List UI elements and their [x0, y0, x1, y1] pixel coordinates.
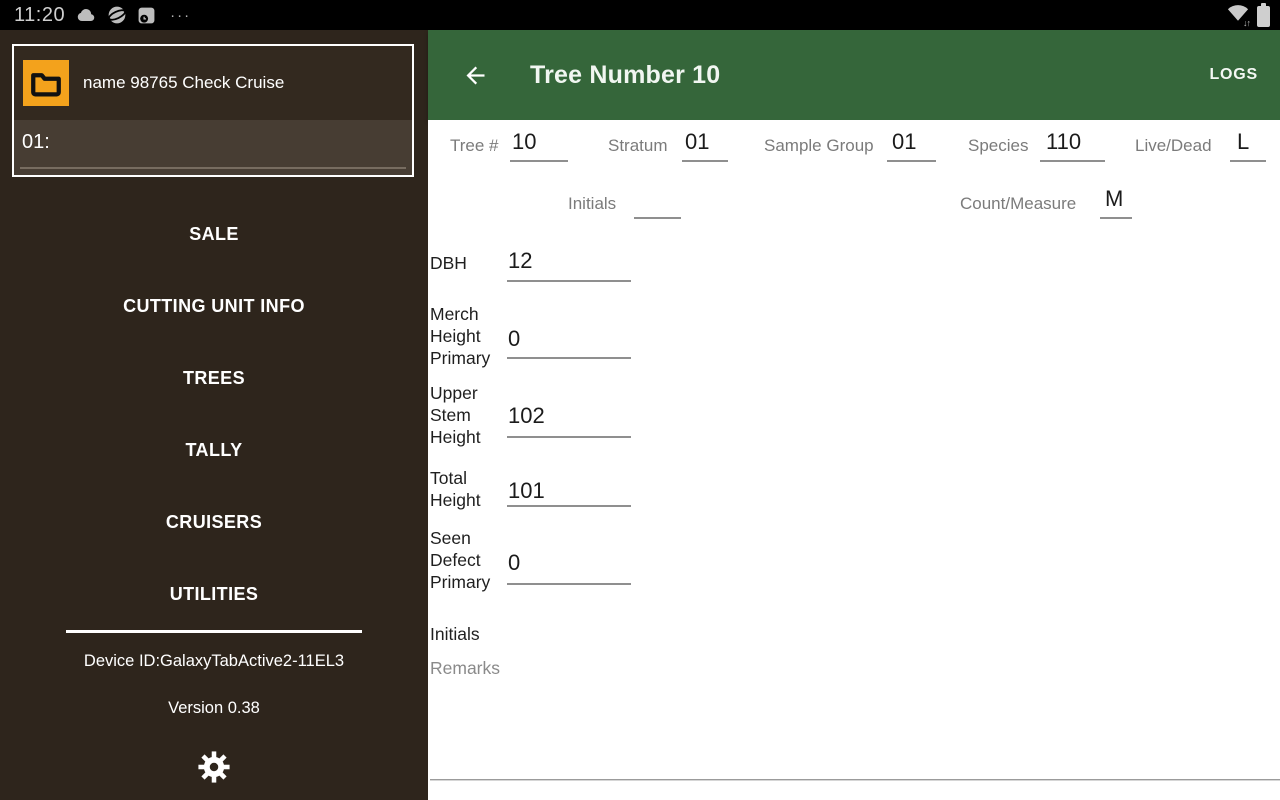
device-id-label: Device ID:GalaxyTabActive2-11EL3 [0, 652, 428, 671]
tree-number-underline [510, 160, 568, 162]
sample-group-underline [887, 160, 936, 162]
status-right-cluster: ↓↑ [1227, 4, 1270, 27]
logs-button[interactable]: LOGS [1209, 66, 1258, 84]
sale-name-label: name 98765 Check Cruise [83, 73, 284, 93]
drawer-divider [66, 630, 362, 633]
screen: 11:20 ··· ↓↑ [0, 0, 1280, 800]
tree-form-pane: Tree Number 10 LOGS Tree # 10 Stratum 01… [428, 30, 1280, 800]
settings-button[interactable] [0, 750, 428, 789]
page-title: Tree Number 10 [530, 61, 720, 90]
status-left-cluster: 11:20 ··· [14, 4, 191, 27]
wifi-traffic-arrows: ↓↑ [1243, 18, 1250, 28]
sidebar-item-tally[interactable]: TALLY [0, 414, 428, 486]
more-notifications-dots: ··· [170, 7, 191, 24]
live-dead-underline [1230, 160, 1266, 162]
sample-group-label: Sample Group [764, 136, 874, 156]
count-measure-label: Count/Measure [960, 194, 1076, 214]
species-underline [1040, 160, 1105, 162]
count-measure-underline [1100, 217, 1132, 219]
cloud-icon [75, 6, 97, 24]
stratum-underline [682, 160, 728, 162]
tree-number-value[interactable]: 10 [512, 129, 536, 155]
status-bar: 11:20 ··· ↓↑ [0, 0, 1280, 30]
stratum-spinner[interactable]: 01: [14, 120, 412, 175]
sidebar-item-trees[interactable]: TREES [0, 342, 428, 414]
spinner-underline [20, 167, 406, 169]
back-button[interactable] [460, 60, 490, 90]
wifi-icon: ↓↑ [1227, 4, 1251, 26]
photo-clock-icon [137, 6, 156, 25]
species-value[interactable]: 110 [1046, 129, 1081, 155]
drawer-menu: SALE CUTTING UNIT INFO TREES TALLY CRUIS… [0, 198, 428, 630]
stratum-value[interactable]: 01 [685, 129, 709, 155]
count-measure-value[interactable]: M [1105, 186, 1123, 212]
gear-icon [197, 750, 231, 789]
dbh-label: DBH [430, 252, 508, 274]
clock: 11:20 [14, 4, 65, 27]
folder-icon [23, 60, 69, 106]
bottom-divider [430, 779, 1280, 781]
sidebar-item-utilities[interactable]: UTILITIES [0, 558, 428, 630]
sale-header-card: name 98765 Check Cruise 01: [12, 44, 414, 177]
total-height-value[interactable]: 101 [508, 478, 545, 504]
seen-defect-primary-label: Seen Defect Primary [430, 527, 508, 593]
live-dead-label: Live/Dead [1135, 136, 1212, 156]
seen-defect-primary-underline [507, 583, 631, 585]
battery-icon [1257, 6, 1270, 27]
app-bar: Tree Number 10 LOGS [428, 30, 1280, 120]
navigation-drawer: name 98765 Check Cruise 01: SALE CUTTING… [0, 30, 428, 800]
upper-stem-height-value[interactable]: 102 [508, 403, 545, 429]
merch-height-primary-underline [507, 357, 631, 359]
sidebar-item-cruisers[interactable]: CRUISERS [0, 486, 428, 558]
merch-height-primary-value[interactable]: 0 [508, 326, 520, 352]
globe-icon [107, 5, 127, 25]
dbh-underline [507, 280, 631, 282]
version-label: Version 0.38 [0, 699, 428, 718]
sidebar-item-sale[interactable]: SALE [0, 198, 428, 270]
live-dead-value[interactable]: L [1237, 129, 1249, 155]
remarks-field[interactable]: Remarks [430, 657, 590, 679]
upper-stem-height-underline [507, 436, 631, 438]
initials-top-label: Initials [568, 194, 616, 214]
sidebar-item-cutting-unit-info[interactable]: CUTTING UNIT INFO [0, 270, 428, 342]
tree-form: Tree # 10 Stratum 01 Sample Group 01 Spe… [428, 120, 1280, 800]
sample-group-value[interactable]: 01 [892, 129, 916, 155]
initials-input[interactable] [634, 217, 681, 219]
seen-defect-primary-value[interactable]: 0 [508, 550, 520, 576]
total-height-underline [507, 505, 631, 507]
merch-height-primary-label: Merch Height Primary [430, 303, 508, 369]
upper-stem-height-label: Upper Stem Height [430, 382, 508, 448]
species-label: Species [968, 136, 1028, 156]
tree-number-label: Tree # [450, 136, 499, 156]
total-height-label: Total Height [430, 467, 508, 511]
dbh-value[interactable]: 12 [508, 248, 532, 274]
initials-bottom-label: Initials [430, 623, 550, 645]
stratum-spinner-value: 01: [22, 131, 50, 154]
stratum-label: Stratum [608, 136, 668, 156]
sale-header: name 98765 Check Cruise [14, 46, 412, 120]
